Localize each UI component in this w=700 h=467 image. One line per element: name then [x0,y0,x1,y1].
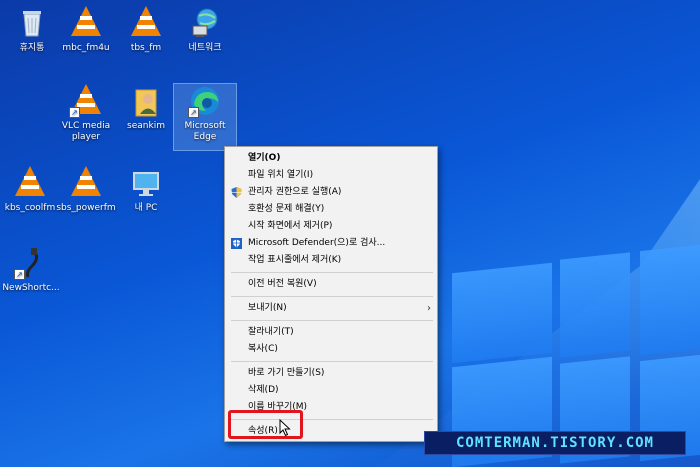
desktop-icon-new-shortcut[interactable]: ↗ NewShortc... [0,246,62,294]
desktop-icon-label: mbc_fm4u [62,43,110,53]
desktop-icon-label: 휴지통 [19,43,45,53]
vlc-cone-icon: ↗ [69,84,103,118]
menu-item-open[interactable]: 열기(O) [225,150,437,167]
context-menu: 열기(O) 파일 위치 열기(I) 관리자 권한으로 실행(A) 호환성 문제 … [224,146,438,442]
desktop-icon-seankim[interactable]: seankim [115,84,177,132]
menu-item-label: Microsoft Defender(으)로 검사... [248,238,386,248]
menu-item-label: 작업 표시줄에서 제거(K) [248,255,342,265]
menu-item-label: 복사(C) [248,344,278,354]
menu-item-label: 이전 버전 복원(V) [248,279,317,289]
menu-item-create-shortcut[interactable]: 바로 가기 만들기(S) [225,365,437,382]
desktop-icon-label: kbs_coolfm [4,203,56,213]
menu-item-label: 삭제(D) [248,385,279,395]
vlc-cone-icon [129,6,163,40]
shortcut-arrow-icon: ↗ [14,269,25,280]
menu-item-delete[interactable]: 삭제(D) [225,382,437,399]
watermark-banner: COMTERMAN.TISTORY.COM [424,431,686,455]
menu-item-unpin-from-taskbar[interactable]: 작업 표시줄에서 제거(K) [225,252,437,269]
menu-item-label: 보내기(N) [248,303,287,313]
desktop-icon-sbs-powerfm[interactable]: sbs_powerfm [55,166,117,214]
shortcut-arrow-icon: ↗ [188,107,199,118]
shortcut-arrow-icon: ↗ [69,107,80,118]
menu-separator [231,361,433,362]
desktop-icon-network[interactable]: 네트워크 [174,6,236,54]
menu-item-run-as-admin[interactable]: 관리자 권한으로 실행(A) [225,184,437,201]
menu-item-label: 열기(O) [248,153,281,163]
desktop-icon-label: VLC media player [61,121,111,142]
menu-item-label: 바로 가기 만들기(S) [248,368,325,378]
defender-shield-icon [231,238,242,249]
desktop-icon-label: 내 PC [134,203,158,213]
menu-item-label: 관리자 권한으로 실행(A) [248,187,342,197]
desktop-icon-label: Microsoft Edge [184,121,226,142]
cable-plug-icon: ↗ [14,246,48,280]
wallpaper-pane [452,262,552,364]
menu-item-defender-scan[interactable]: Microsoft Defender(으)로 검사... [225,235,437,252]
menu-item-label: 호환성 문제 해결(Y) [248,204,325,214]
desktop-icon-recycle-bin[interactable]: 휴지통 [1,6,63,54]
menu-separator [231,272,433,273]
wallpaper-pane [560,252,630,358]
uac-shield-icon [231,187,242,198]
user-folder-icon [129,84,163,118]
wallpaper-pane [640,244,700,356]
mouse-pointer-icon [279,418,291,437]
desktop-icon-tbs-fm[interactable]: tbs_fm [115,6,177,54]
desktop-icon-label: 네트워크 [188,43,222,53]
desktop-icon-this-pc[interactable]: 내 PC [115,166,177,214]
menu-item-send-to[interactable]: 보내기(N) › [225,300,437,317]
menu-item-label: 시작 화면에서 제거(P) [248,221,333,231]
desktop-icon-label: NewShortc... [2,283,60,293]
desktop-icon-label: seankim [127,121,165,131]
microsoft-edge-icon: ↗ [188,84,222,118]
vlc-cone-icon [69,166,103,200]
desktop-icon-vlc-media-player[interactable]: ↗ VLC media player [55,84,117,143]
chevron-right-icon: › [427,303,431,314]
menu-item-label: 잘라내기(T) [248,327,294,337]
recycle-bin-icon [15,6,49,40]
menu-item-open-file-location[interactable]: 파일 위치 열기(I) [225,167,437,184]
network-globe-icon [188,6,222,40]
menu-separator [231,296,433,297]
desktop-icon-label: sbs_powerfm [56,203,116,213]
menu-item-label: 파일 위치 열기(I) [248,170,314,180]
menu-item-troubleshoot-compatibility[interactable]: 호환성 문제 해결(Y) [225,201,437,218]
desktop-icon-label: tbs_fm [130,43,162,53]
vlc-cone-icon [69,6,103,40]
menu-separator [231,320,433,321]
menu-item-cut[interactable]: 잘라내기(T) [225,324,437,341]
desktop-icon-kbs-coolfm[interactable]: kbs_coolfm [0,166,61,214]
menu-item-restore-previous-versions[interactable]: 이전 버전 복원(V) [225,276,437,293]
computer-monitor-icon [129,166,163,200]
menu-item-unpin-from-start[interactable]: 시작 화면에서 제거(P) [225,218,437,235]
desktop-icon-mbc-fm4u[interactable]: mbc_fm4u [55,6,117,54]
desktop-icon-microsoft-edge[interactable]: ↗ Microsoft Edge [173,83,237,151]
menu-item-copy[interactable]: 복사(C) [225,341,437,358]
properties-highlight-box [228,410,303,439]
vlc-cone-icon [13,166,47,200]
